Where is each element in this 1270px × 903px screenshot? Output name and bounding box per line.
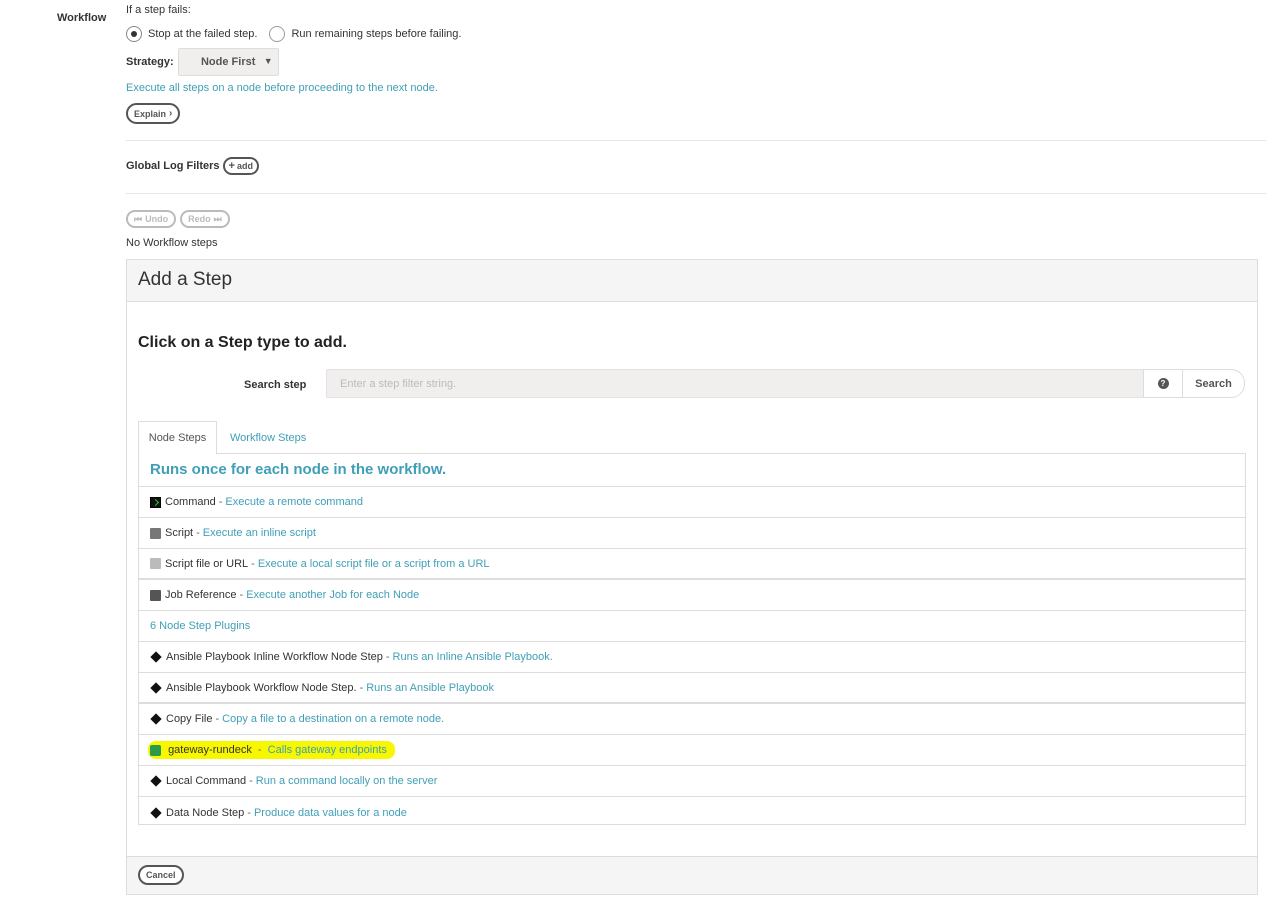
- step-name: Data Node Step: [166, 806, 245, 819]
- highlight-mark: gateway-rundeck - Calls gateway endpoint…: [150, 743, 393, 757]
- global-log-filters-label: Global Log Filters: [126, 160, 220, 172]
- step-description: Execute another Job for each Node: [246, 589, 420, 601]
- terminal-icon: [150, 496, 161, 508]
- step-description: Execute a local script file or a script …: [257, 557, 490, 570]
- step-description: Produce data values for a node: [253, 806, 407, 819]
- add-log-filter-button[interactable]: + add: [222, 157, 259, 175]
- skip-back-icon: ⏮: [134, 213, 143, 224]
- diamond-icon: [150, 806, 162, 819]
- add-step-title: Add a Step: [127, 260, 1257, 302]
- diamond-icon: [150, 775, 162, 787]
- undo-button[interactable]: ⏮ Undo: [126, 210, 177, 228]
- explain-button-label: Explain: [134, 108, 167, 119]
- plugins-label: 6 Node Step Plugins: [150, 620, 251, 632]
- search-button[interactable]: Search: [1182, 369, 1245, 398]
- diamond-icon: [150, 681, 162, 694]
- workflow-section-label: Workflow: [57, 12, 107, 24]
- no-steps-text: No Workflow steps: [126, 237, 218, 249]
- strategy-description: Execute all steps on a node before proce…: [126, 82, 438, 94]
- plus-icon: +: [228, 160, 235, 172]
- search-step-input[interactable]: [326, 369, 1144, 398]
- divider: [126, 140, 1266, 141]
- explain-button[interactable]: Explain ›: [126, 103, 181, 124]
- cancel-button[interactable]: Cancel: [138, 865, 184, 885]
- run-remaining-radio-label[interactable]: Run remaining steps before failing.: [291, 28, 461, 40]
- list-item[interactable]: Command - Execute a remote command: [139, 487, 1245, 518]
- add-log-filter-label: add: [236, 161, 253, 171]
- list-item[interactable]: gateway-rundeck - Calls gateway endpoint…: [139, 735, 1245, 766]
- stop-radio[interactable]: [126, 26, 142, 42]
- step-instruction: Click on a Step type to add.: [138, 334, 347, 351]
- list-heading: Runs once for each node in the workflow.: [139, 454, 1245, 487]
- step-name: Command: [165, 496, 216, 508]
- redo-label: Redo: [188, 214, 211, 224]
- script-file-icon: [150, 558, 161, 569]
- divider: [126, 193, 1266, 194]
- diamond-icon: [150, 651, 162, 663]
- step-name: Copy File: [166, 713, 213, 725]
- step-name: Local Command: [166, 775, 247, 787]
- chevron-down-icon: ▼: [263, 56, 273, 66]
- step-name: Job Reference: [165, 589, 237, 601]
- strategy-select-value: Node First: [200, 56, 256, 68]
- strategy-label: Strategy:: [126, 56, 174, 68]
- run-remaining-radio[interactable]: [269, 26, 286, 42]
- list-item[interactable]: Script - Execute an inline script: [139, 518, 1245, 549]
- list-item[interactable]: Ansible Playbook Workflow Node Step. - R…: [139, 673, 1245, 704]
- step-description: Execute an inline script: [202, 527, 316, 539]
- step-description: Run a command locally on the server: [255, 775, 438, 787]
- panel-footer: Cancel: [127, 856, 1257, 894]
- list-item[interactable]: Data Node Step - Produce data values for…: [139, 797, 1245, 828]
- global-log-filters: Global Log Filters + add: [126, 157, 259, 175]
- step-description: Execute a remote command: [225, 496, 363, 508]
- question-icon: ?: [1157, 378, 1169, 389]
- stop-radio-label[interactable]: Stop at the failed step.: [148, 28, 257, 40]
- script-icon: [150, 527, 161, 539]
- step-name: Script: [165, 527, 194, 539]
- diamond-icon: [150, 713, 162, 725]
- list-item[interactable]: Ansible Playbook Inline Workflow Node St…: [139, 642, 1245, 673]
- search-step-label: Search step: [244, 379, 307, 391]
- help-button[interactable]: ?: [1143, 369, 1183, 398]
- chevron-right-icon: ›: [169, 108, 173, 119]
- step-name: Ansible Playbook Inline Workflow Node St…: [166, 651, 383, 663]
- fail-behavior-options: Stop at the failed step. Run remaining s…: [126, 26, 461, 42]
- plugins-label-row: 6 Node Step Plugins: [139, 611, 1245, 642]
- tab-workflow-steps[interactable]: Workflow Steps: [230, 421, 306, 454]
- tab-node-steps[interactable]: Node Steps: [138, 421, 217, 454]
- skip-forward-icon: ⏭: [213, 213, 222, 224]
- step-description: Runs an Ansible Playbook: [366, 681, 495, 694]
- step-name: gateway-rundeck: [168, 744, 252, 756]
- undo-label: Undo: [145, 214, 169, 224]
- step-description: Runs an Inline Ansible Playbook.: [392, 651, 553, 663]
- step-type-list: Runs once for each node in the workflow.…: [138, 453, 1246, 825]
- step-name: Script file or URL: [165, 557, 249, 570]
- step-name: Ansible Playbook Workflow Node Step.: [166, 681, 357, 694]
- gateway-icon: [150, 744, 161, 756]
- list-item[interactable]: Script file or URL - Execute a local scr…: [139, 549, 1245, 580]
- strategy-row: Strategy: Node First ▼: [126, 48, 279, 76]
- step-description: Copy a file to a destination on a remote…: [222, 713, 445, 725]
- strategy-select[interactable]: Node First ▼: [177, 48, 279, 76]
- list-item[interactable]: Local Command - Run a command locally on…: [139, 766, 1245, 797]
- step-fails-label: If a step fails:: [126, 4, 191, 16]
- redo-button[interactable]: Redo ⏭: [180, 210, 230, 228]
- list-item[interactable]: Job Reference - Execute another Job for …: [139, 580, 1245, 611]
- book-icon: [150, 589, 161, 601]
- list-item[interactable]: Copy File - Copy a file to a destination…: [139, 704, 1245, 735]
- step-description: Calls gateway endpoints: [267, 744, 387, 756]
